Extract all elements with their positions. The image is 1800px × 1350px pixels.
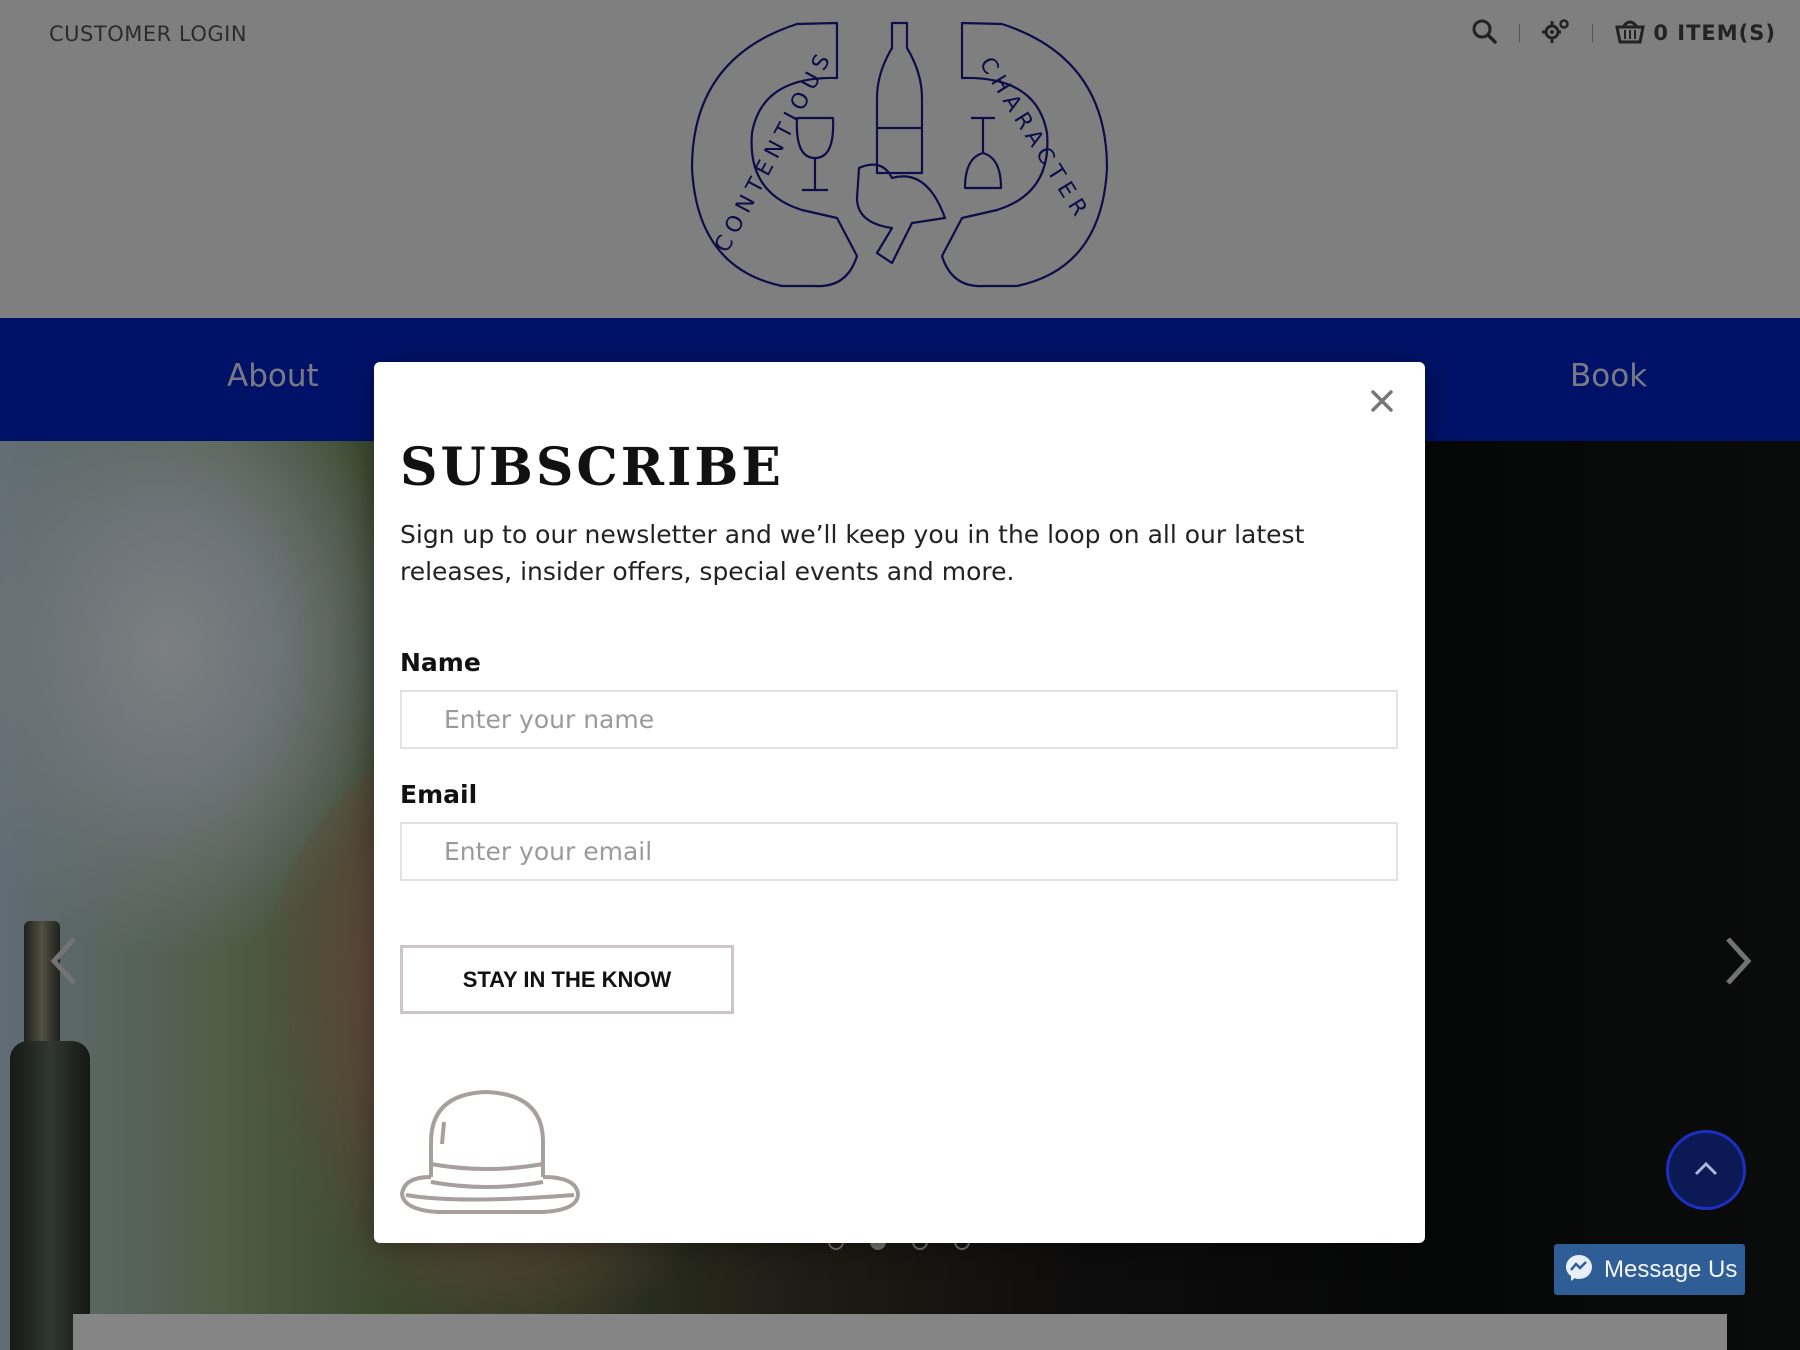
messenger-label: Message Us [1604,1255,1738,1283]
close-icon[interactable] [1367,386,1397,416]
name-label: Name [400,648,481,677]
modal-description: Sign up to our newsletter and we’ll keep… [400,520,1305,586]
subscribe-button[interactable]: STAY IN THE KNOW [400,945,734,1014]
scroll-to-top-button[interactable] [1666,1130,1746,1210]
email-field[interactable] [400,822,1398,881]
bowler-hat-icon [400,1090,580,1214]
subscribe-modal: SUBSCRIBE Sign up to our newsletter and … [374,362,1425,1243]
messenger-icon [1564,1253,1594,1287]
messenger-button[interactable]: Message Us [1554,1244,1745,1295]
chevron-up-icon [1693,1159,1719,1181]
name-field[interactable] [400,690,1398,749]
email-label: Email [400,780,478,809]
modal-title: SUBSCRIBE [400,437,784,498]
